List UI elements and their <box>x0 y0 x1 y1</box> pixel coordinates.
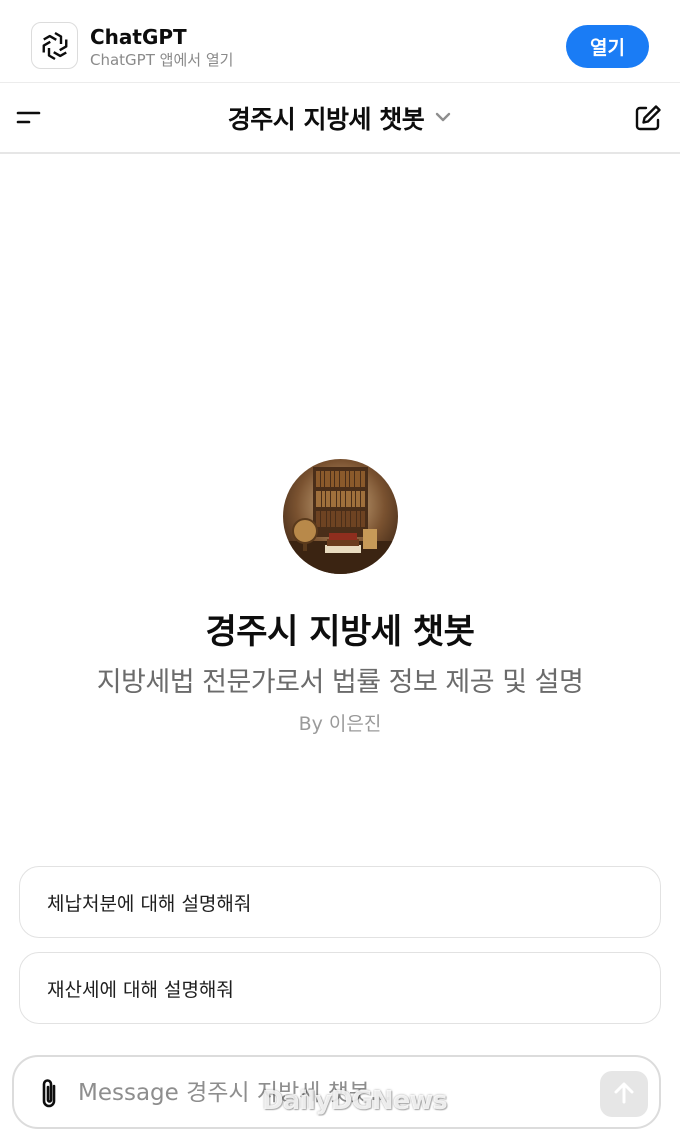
app-subtitle: ChatGPT 앱에서 열기 <box>90 51 234 69</box>
paperclip-icon[interactable] <box>36 1077 64 1111</box>
suggestion-label: 재산세에 대해 설명해줘 <box>47 978 234 1001</box>
gpt-name: 경주시 지방세 챗봇 <box>205 612 475 652</box>
header-title: 경주시 지방세 챗봇 <box>227 105 425 134</box>
gpt-avatar <box>283 459 398 574</box>
gpt-author: By 이은진 <box>298 713 382 735</box>
suggestion-card[interactable]: 재산세에 대해 설명해줘 <box>19 952 661 1024</box>
open-app-button[interactable]: 열기 <box>566 25 649 68</box>
app-banner: ChatGPT ChatGPT 앱에서 열기 열기 <box>0 0 680 83</box>
gpt-description: 지방세법 전문가로서 법률 정보 제공 및 설명 <box>96 667 584 698</box>
edit-icon[interactable] <box>632 102 664 134</box>
model-selector[interactable]: 경주시 지방세 챗봇 <box>0 83 680 153</box>
app-name: ChatGPT <box>90 25 187 49</box>
openai-logo-icon <box>31 22 78 69</box>
arrow-up-icon <box>612 1080 636 1109</box>
suggestion-label: 체납처분에 대해 설명해줘 <box>47 892 252 915</box>
chat-header: 경주시 지방세 챗봇 <box>0 83 680 154</box>
send-button[interactable] <box>600 1071 648 1117</box>
chevron-down-icon <box>434 109 452 128</box>
watermark: DailyDGNews <box>262 1086 448 1116</box>
suggestion-card[interactable]: 체납처분에 대해 설명해줘 <box>19 866 661 938</box>
